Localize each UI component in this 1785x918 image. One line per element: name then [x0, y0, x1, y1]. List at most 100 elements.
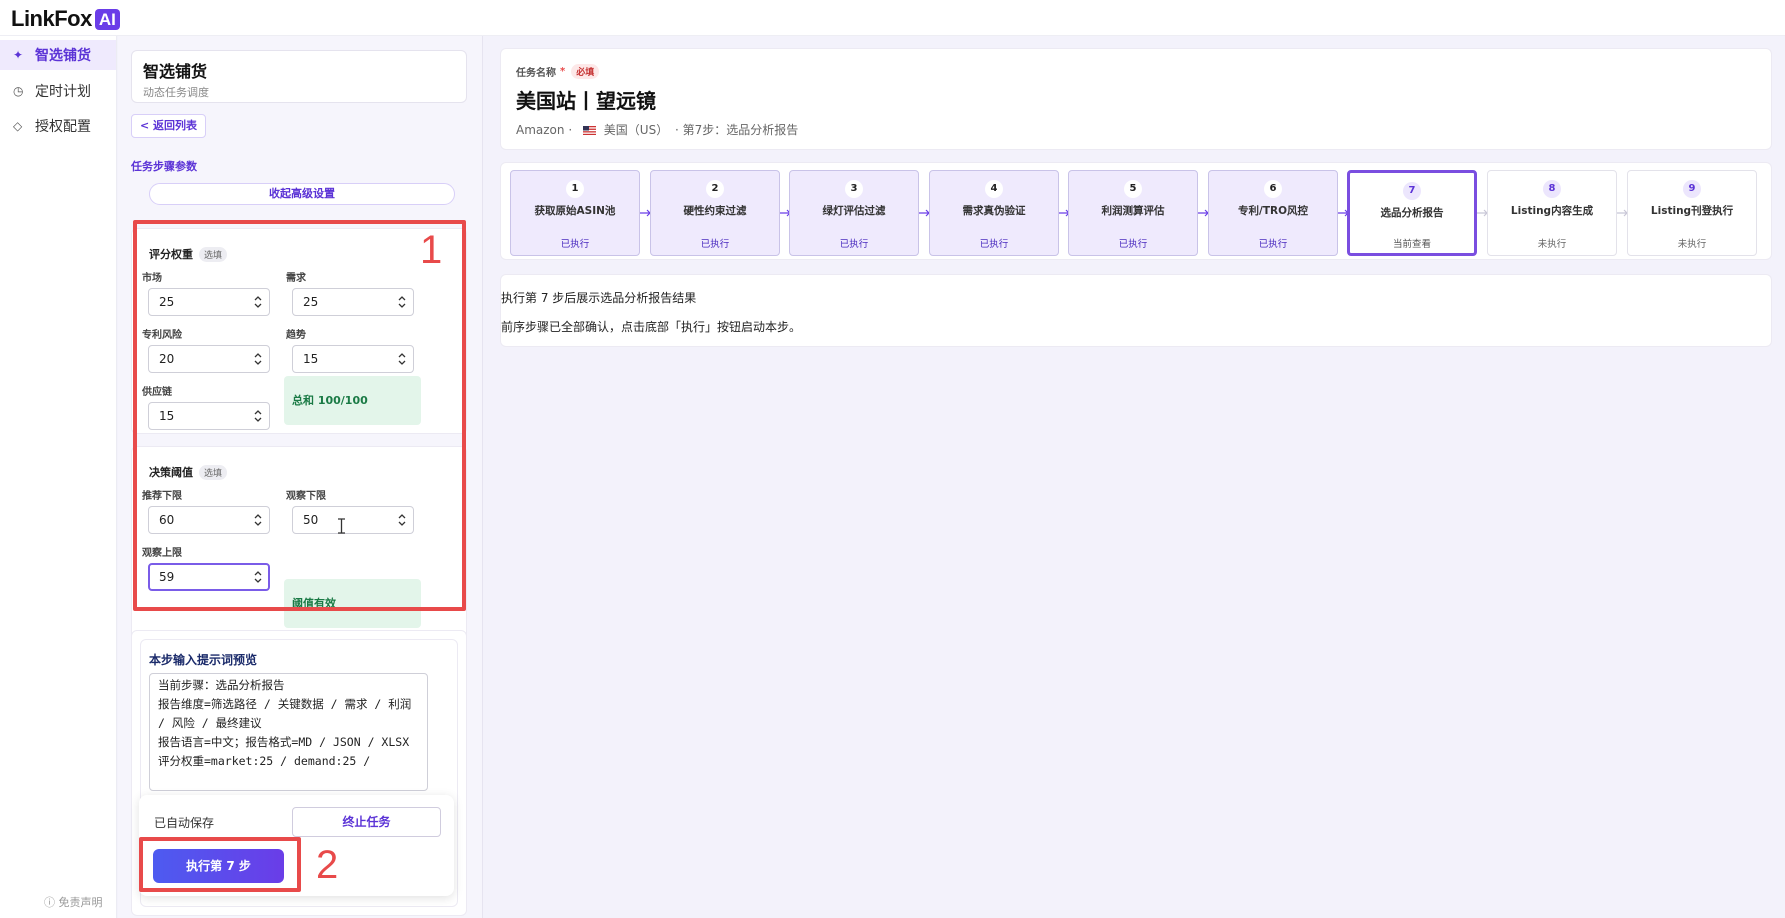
step-card-7[interactable]: 7 选品分析报告 当前查看: [1347, 170, 1477, 256]
observe-lower-input[interactable]: 50: [292, 506, 414, 534]
step-title: 绿灯评估过滤: [822, 205, 886, 217]
run-step-button[interactable]: 执行第 7 步: [153, 849, 284, 883]
patent-risk-label: 专利风险: [142, 330, 182, 341]
observe-upper-input[interactable]: 59: [148, 563, 270, 591]
task-header-card: 任务名称 * 必填 美国站丨望远镜 Amazon · 美国（US） · 第7步：…: [500, 48, 1772, 150]
prompt-preview-textarea[interactable]: 当前步骤：选品分析报告 报告维度=筛选路径 / 关键数据 / 需求 / 利润 /…: [149, 673, 428, 791]
task-meta: Amazon · 美国（US） · 第7步：选品分析报告: [516, 121, 801, 138]
decision-threshold-heading: 决策阈值 选填: [149, 464, 228, 480]
trend-weight-input[interactable]: 15: [292, 345, 414, 373]
sidebar-item-scheduled-plan[interactable]: ◷ 定时计划: [0, 76, 116, 106]
disclaimer-link[interactable]: ⓘ 免责声明: [44, 894, 103, 910]
step-card-4[interactable]: 4 需求真伪验证 已执行: [929, 170, 1059, 256]
sidebar-item-auth-config[interactable]: ◇ 授权配置: [0, 111, 116, 141]
sidebar-item-label: 授权配置: [35, 119, 91, 135]
back-to-list-button[interactable]: < 返回列表: [131, 114, 207, 138]
spinner-icon[interactable]: [254, 513, 262, 527]
observe-upper-label: 观察上限: [142, 548, 182, 559]
step-card-2[interactable]: 2 硬性约束过滤 已执行: [650, 170, 780, 256]
step-number: 3: [845, 180, 863, 198]
market-label: 市场: [142, 273, 162, 284]
step-card-3[interactable]: 3 绿灯评估过滤 已执行: [789, 170, 919, 256]
supply-chain-weight-input[interactable]: 15: [148, 402, 270, 430]
result-message: 执行第 7 步后展示选品分析报告结果: [501, 291, 697, 305]
step-card-8[interactable]: 8 Listing内容生成 未执行: [1487, 170, 1617, 256]
step-title: Listing内容生成: [1510, 205, 1594, 217]
step-number: 5: [1124, 180, 1142, 198]
step-title: Listing刊登执行: [1650, 205, 1734, 217]
market-weight-input[interactable]: 25: [148, 288, 270, 316]
recommend-lower-label: 推荐下限: [142, 491, 182, 502]
market-weight-value: 25: [159, 295, 175, 309]
collapse-advanced-button[interactable]: 收起高级设置: [149, 183, 455, 205]
panel-subtitle: 动态任务调度: [143, 86, 209, 99]
task-name[interactable]: 美国站丨望远镜: [516, 85, 656, 114]
step-number: 2: [706, 180, 724, 198]
step-title: 专利/TRO风控: [1237, 205, 1308, 217]
spinner-icon[interactable]: [398, 295, 406, 309]
step-card-1[interactable]: 1 获取原始ASIN池 已执行: [510, 170, 640, 256]
optional-tag: 选填: [199, 246, 228, 262]
task-name-label-text: 任务名称: [516, 68, 556, 79]
observe-lower-label: 观察下限: [286, 491, 326, 502]
result-panel: 执行第 7 步后展示选品分析报告结果 前序步骤已全部确认，点击底部「执行」按钮启…: [500, 274, 1772, 347]
country-text: 美国（US）: [603, 123, 669, 137]
step-status: 已执行: [700, 239, 730, 250]
sidebar-item-smart-listing[interactable]: ✦ 智选铺货: [0, 40, 116, 70]
step-number: 4: [985, 180, 1003, 198]
decision-threshold-card: 决策阈值 选填 推荐下限 观察下限 60 50 观察上限 59 阈值有效: [131, 446, 467, 641]
optional-tag: 选填: [199, 464, 228, 480]
step-number: 8: [1543, 180, 1561, 198]
trend-weight-value: 15: [303, 352, 319, 366]
diamond-icon: ◇: [13, 119, 23, 133]
required-mark: *: [560, 66, 566, 77]
step-card-9[interactable]: 9 Listing刊登执行 未执行: [1627, 170, 1757, 256]
step-title: 硬性约束过滤: [683, 205, 747, 217]
trend-label: 趋势: [286, 330, 306, 341]
step-status: 未执行: [1677, 239, 1707, 250]
action-panel: 已自动保存 终止任务 执行第 7 步: [139, 795, 454, 896]
panel-title: 智选铺货: [143, 62, 208, 81]
sidebar-item-label: 智选铺货: [35, 48, 91, 64]
task-config-panel: 智选铺货 动态任务调度 < 返回列表 任务步骤参数 收起高级设置 评分权重 选填…: [118, 36, 483, 918]
observe-upper-value: 59: [159, 570, 175, 584]
spinner-icon[interactable]: [254, 409, 262, 423]
spinner-icon[interactable]: [254, 295, 262, 309]
step-title: 利润测算评估: [1101, 205, 1165, 217]
score-weights-card: 评分权重 选填 市场 需求 25 25 专利风险 趋势 20 15 供应链 15…: [131, 228, 467, 434]
top-bar: LinkFox AI: [0, 0, 1785, 36]
step-title: 获取原始ASIN池: [534, 205, 616, 217]
steps-bar: 1 获取原始ASIN池 已执行 2 硬性约束过滤 已执行 3 绿灯评估过滤 已执…: [500, 162, 1772, 260]
clock-icon: ◷: [13, 84, 24, 98]
score-weights-heading: 评分权重 选填: [149, 246, 228, 262]
linkfox-logo[interactable]: LinkFox AI: [11, 6, 120, 32]
sidebar-item-label: 定时计划: [35, 84, 91, 100]
step-number: 9: [1683, 180, 1701, 198]
task-name-label: 任务名称 * 必填: [516, 64, 600, 79]
text-cursor-icon: [338, 518, 345, 534]
prompt-preview-title: 本步输入提示词预览: [149, 653, 258, 667]
spinner-icon[interactable]: [254, 570, 262, 584]
patent-risk-weight-value: 20: [159, 352, 175, 366]
stop-task-button[interactable]: 终止任务: [292, 807, 441, 837]
current-step-info: · 第7步：选品分析报告: [675, 123, 799, 137]
spinner-icon[interactable]: [398, 352, 406, 366]
step-card-6[interactable]: 6 专利/TRO风控 已执行: [1208, 170, 1338, 256]
recommend-lower-input[interactable]: 60: [148, 506, 270, 534]
step-status: 已执行: [979, 239, 1009, 250]
step-card-5[interactable]: 5 利润测算评估 已执行: [1068, 170, 1198, 256]
recommend-lower-value: 60: [159, 513, 175, 527]
logo-ai-badge: AI: [94, 8, 120, 30]
patent-risk-weight-input[interactable]: 20: [148, 345, 270, 373]
step-title: 选品分析报告: [1380, 207, 1444, 219]
spinner-icon[interactable]: [398, 513, 406, 527]
supply-chain-label: 供应链: [142, 387, 172, 398]
us-flag-icon: [582, 126, 596, 135]
step-number: 6: [1264, 180, 1282, 198]
observe-lower-value: 50: [303, 513, 319, 527]
step-status: 已执行: [839, 239, 869, 250]
step-number: 7: [1403, 182, 1421, 200]
step-status: 已执行: [1118, 239, 1148, 250]
demand-weight-input[interactable]: 25: [292, 288, 414, 316]
spinner-icon[interactable]: [254, 352, 262, 366]
